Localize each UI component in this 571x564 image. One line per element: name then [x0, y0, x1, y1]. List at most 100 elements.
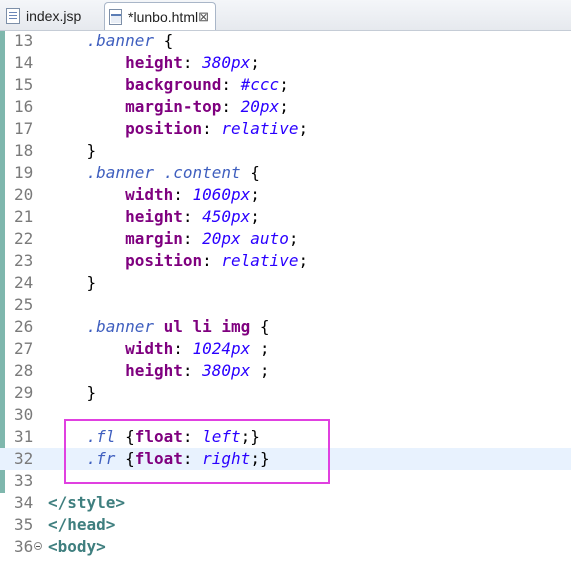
code-token: margin [125, 229, 183, 248]
tab-index-jsp[interactable]: index.jsp [0, 3, 100, 29]
code-token: ; [279, 97, 289, 116]
code-line[interactable]: 15 background: #ccc; [0, 74, 571, 96]
code-token: : [221, 75, 241, 94]
code-line[interactable]: 35 </head> [0, 514, 571, 536]
code-line[interactable]: 34 </style> [0, 492, 571, 514]
code-token: : [221, 97, 241, 116]
line-number: 32 [14, 449, 34, 468]
line-number: 27 [14, 339, 34, 358]
code-line[interactable]: 29 } [0, 382, 571, 404]
code-line[interactable]: 26 .banner ul li img { [0, 316, 571, 338]
code-token: background [125, 75, 222, 94]
code-token: ; [298, 119, 309, 138]
line-number: 29 [14, 383, 34, 402]
code-line[interactable]: 20 width: 1060px; [0, 184, 571, 206]
code-token: ; [250, 361, 270, 380]
line-number: 23 [14, 251, 34, 270]
code-line[interactable]: 16 margin-top: 20px; [0, 96, 571, 118]
line-number: 33 [14, 471, 34, 490]
code-token: width [125, 185, 174, 204]
code-token: : [173, 185, 193, 204]
code-line[interactable]: 28 height: 380px ; [0, 360, 571, 382]
line-number: 24 [14, 273, 34, 292]
code-line[interactable]: 23 position: relative; [0, 250, 571, 272]
code-text: width: 1060px; [48, 184, 260, 206]
close-icon[interactable]: ⊠ [198, 9, 209, 25]
code-line[interactable]: 36 <body> [0, 536, 571, 558]
code-line[interactable]: 14 height: 380px; [0, 52, 571, 74]
code-token: position [125, 119, 203, 138]
code-text: } [48, 382, 97, 404]
line-number: 28 [14, 361, 34, 380]
code-token: .banner [86, 317, 154, 336]
code-token: { [240, 163, 260, 182]
code-token: #ccc [240, 75, 280, 94]
code-token: height [125, 361, 183, 380]
code-token: .banner .content [86, 163, 241, 182]
code-text: } [48, 272, 97, 294]
code-token: 380px [202, 53, 251, 72]
code-token: <body> [48, 537, 106, 556]
code-editor[interactable]: 13 .banner {14 height: 380px; 15 backgrou… [0, 31, 571, 564]
line-number: 26 [14, 317, 34, 336]
html-file-icon [109, 8, 123, 25]
code-line[interactable]: 17 position: relative; [0, 118, 571, 140]
line-number: 18 [14, 141, 34, 160]
code-line[interactable]: 13 .banner { [0, 30, 571, 52]
code-line[interactable]: 19 .banner .content { [0, 162, 571, 184]
code-text: background: #ccc; [48, 74, 289, 96]
code-text: } [48, 140, 97, 162]
code-token: 20px auto [202, 229, 289, 248]
code-token: 380px [202, 361, 251, 380]
code-text: height: 450px; [48, 206, 260, 228]
code-token: position [125, 251, 203, 270]
line-number: 35 [14, 515, 34, 534]
code-token: ; [298, 251, 309, 270]
code-token: 1024px [192, 339, 251, 358]
code-text: .banner .content { [48, 162, 260, 184]
code-line[interactable]: 18 } [0, 140, 571, 162]
code-text: .banner { [48, 30, 174, 52]
code-text: position: relative; [48, 250, 308, 272]
code-token: ; [250, 207, 260, 226]
code-token: height [125, 53, 183, 72]
code-line[interactable]: 21 height: 450px; [0, 206, 571, 228]
code-text: </style> [48, 492, 125, 514]
code-token: 450px [202, 207, 251, 226]
tab-lunbo-html[interactable]: *lunbo.html ⊠ [104, 2, 216, 30]
line-number: 30 [14, 405, 34, 424]
code-line[interactable]: 27 width: 1024px ; [0, 338, 571, 360]
code-text: .banner ul li img { [48, 316, 270, 338]
code-token: .banner [86, 31, 154, 50]
code-line[interactable]: 22 margin: 20px auto; [0, 228, 571, 250]
code-line[interactable]: 25 [0, 294, 571, 316]
code-token: </style> [48, 493, 126, 512]
code-line[interactable]: 24 } [0, 272, 571, 294]
code-token: { [153, 31, 174, 50]
code-text: </head> [48, 514, 115, 536]
code-text: position: relative; [48, 118, 308, 140]
line-number: 15 [14, 75, 34, 94]
fold-toggle-icon[interactable] [34, 542, 42, 550]
code-token: relative [221, 119, 299, 138]
code-token: : [202, 119, 222, 138]
code-token: { [250, 317, 270, 336]
code-token: </head> [48, 515, 116, 534]
code-text: margin-top: 20px; [48, 96, 289, 118]
code-token: relative [221, 251, 299, 270]
line-number: 22 [14, 229, 34, 248]
tab-label: *lunbo.html [128, 8, 199, 25]
code-token: ; [288, 229, 299, 248]
code-token: : [173, 339, 193, 358]
line-number: 20 [14, 185, 34, 204]
highlight-box [64, 419, 330, 484]
